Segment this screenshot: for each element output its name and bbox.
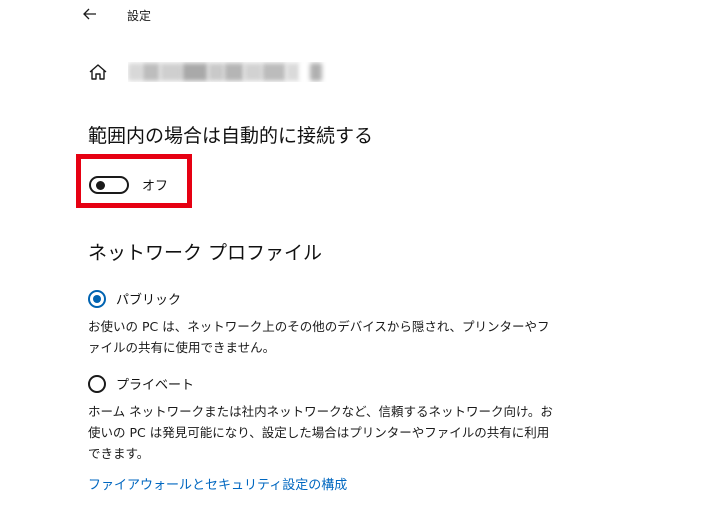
private-description: ホーム ネットワークまたは社内ネットワークなど、信頼するネットワーク向け。お使い… (88, 404, 553, 461)
back-button[interactable] (78, 2, 102, 26)
private-radio-label[interactable]: プライベート (116, 374, 194, 393)
auto-connect-toggle[interactable] (89, 175, 129, 194)
window-title: 設定 (127, 9, 152, 23)
public-radio-button[interactable] (88, 289, 106, 308)
network-name-redacted (128, 62, 328, 82)
public-radio-label[interactable]: パブリック (116, 289, 181, 308)
toggle-knob (96, 180, 105, 190)
back-arrow-icon (83, 8, 96, 20)
radio-selected-dot (93, 294, 101, 303)
auto-connect-toggle-row: オフ (89, 175, 168, 194)
settings-page: 設定 範囲内の場合は自動的に接続する オフ ネットワーク プロファイル パブリッ… (0, 0, 710, 525)
radio-option-private[interactable]: プライベート (88, 374, 194, 393)
home-icon (88, 62, 108, 82)
radio-option-public[interactable]: パブリック (88, 289, 181, 308)
private-radio-button[interactable] (88, 374, 106, 393)
auto-connect-toggle-label: オフ (142, 179, 169, 194)
network-profile-heading: ネットワーク プロファイル (88, 242, 323, 264)
public-description: お使いの PC は、ネットワーク上のその他のデバイスから隠され、プリンターやファ… (88, 319, 550, 355)
auto-connect-heading: 範囲内の場合は自動的に接続する (88, 125, 374, 147)
firewall-settings-link[interactable]: ファイアウォールとセキュリティ設定の構成 (88, 474, 347, 493)
title-bar: 設定 (0, 0, 710, 30)
